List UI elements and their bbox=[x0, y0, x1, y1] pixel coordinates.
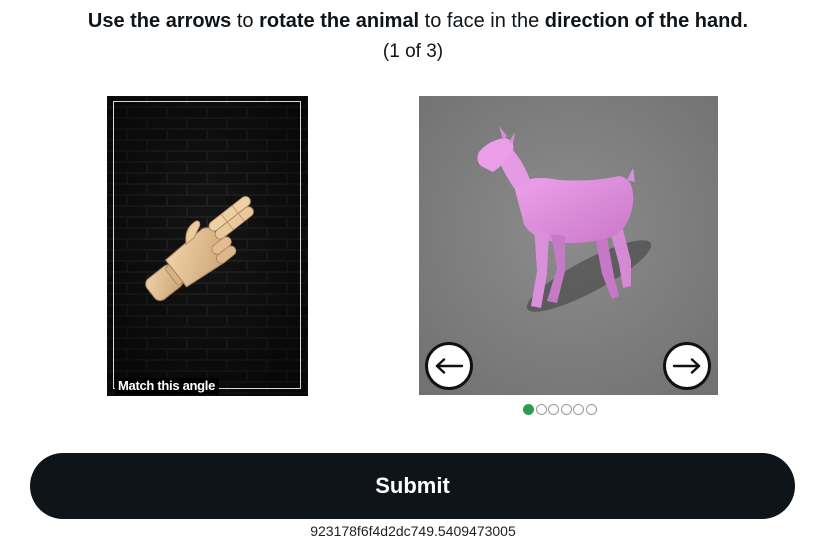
reference-image-panel: Match this angle bbox=[107, 96, 308, 396]
instruction-text: Use the arrows to rotate the animal to f… bbox=[0, 8, 836, 34]
instruction-bold-direction: direction of the hand. bbox=[544, 10, 749, 32]
reference-frame bbox=[113, 101, 301, 389]
rotate-right-button[interactable] bbox=[663, 342, 711, 390]
instruction-text-part: to bbox=[231, 10, 260, 32]
submit-button[interactable]: Submit bbox=[30, 453, 795, 519]
step-dot bbox=[573, 404, 584, 415]
rotate-left-button[interactable] bbox=[425, 342, 473, 390]
instruction-text-part: to face in the bbox=[419, 10, 545, 32]
instruction-bold-rotate: rotate the animal bbox=[259, 10, 420, 32]
step-indicator bbox=[523, 404, 597, 418]
step-dot bbox=[560, 404, 572, 415]
step-dot bbox=[585, 404, 597, 415]
match-angle-label: Match this angle bbox=[115, 378, 220, 394]
step-dot bbox=[548, 404, 559, 415]
session-id: 923178f6f4d2dc749.5409473005 bbox=[310, 523, 516, 539]
step-dot bbox=[535, 404, 547, 415]
instruction-bold-arrows: Use the arrows bbox=[87, 10, 232, 32]
step-dot bbox=[523, 404, 534, 415]
arrow-right-icon bbox=[672, 358, 701, 374]
arrow-left-icon bbox=[435, 358, 464, 374]
progress-indicator: (1 of 3) bbox=[382, 41, 444, 62]
